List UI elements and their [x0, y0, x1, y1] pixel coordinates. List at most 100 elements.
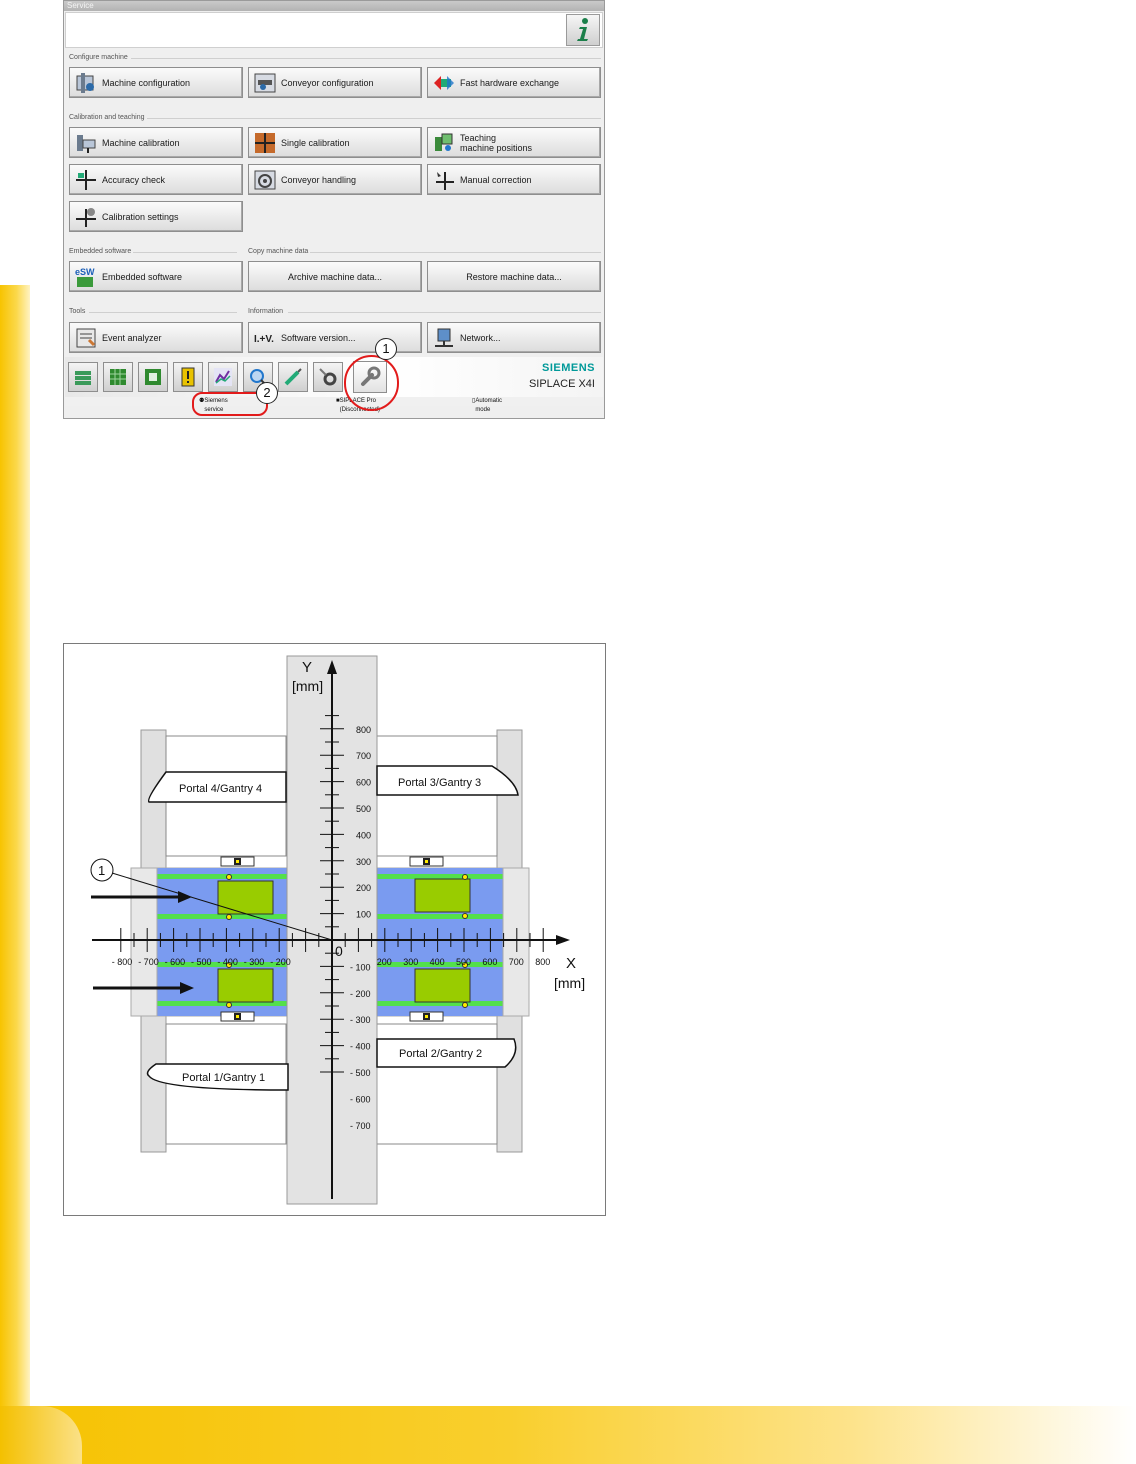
portal-label-2: Portal 2/Gantry 2 [399, 1048, 482, 1060]
board-icon [145, 369, 161, 385]
x-axis-label: X [566, 955, 576, 972]
warning-icon [181, 367, 195, 387]
teaching-label: Teaching machine positions [460, 132, 533, 153]
section-embedded-software: Embedded software [69, 247, 243, 256]
section-label: Copy machine data [248, 248, 309, 255]
conveyor-configuration-button[interactable]: Conveyor configuration [248, 67, 422, 98]
page-footer-band [0, 1406, 1136, 1464]
x-tick-label: - 200 [270, 957, 291, 967]
toolbar-chart-button[interactable] [208, 362, 238, 392]
coordinate-diagram: Portal 4/Gantry 4 Portal 3/Gantry 3 Port… [63, 643, 606, 1216]
y-tick-label: - 700 [350, 1121, 371, 1131]
accuracy-check-button[interactable]: Accuracy check [69, 164, 243, 195]
svg-text:I.+V.: I.+V. [254, 334, 274, 345]
y-tick-label: 600 [356, 778, 371, 788]
x-tick-label: 200 [377, 957, 392, 967]
y-tick-label: 500 [356, 804, 371, 814]
gantry-frame-3 [376, 735, 498, 857]
page-sidebar-stripe [0, 285, 30, 1410]
teaching-icon [432, 131, 456, 155]
machine-configuration-button[interactable]: Machine configuration [69, 67, 243, 98]
conveyor-configuration-icon [253, 71, 277, 95]
info-icon [577, 18, 588, 41]
pcb-board-1 [217, 968, 274, 1003]
table-icon [110, 369, 126, 385]
toolbar-warning-button[interactable] [173, 362, 203, 392]
single-calibration-icon [253, 131, 277, 155]
toolbar-settings-button[interactable] [313, 362, 343, 392]
portal-label-1: Portal 1/Gantry 1 [182, 1072, 265, 1084]
hardware-exchange-icon [432, 71, 456, 95]
pcb-board-2 [414, 968, 471, 1003]
toolbar-production-button[interactable] [68, 362, 98, 392]
service-screen: Service Configure machine Machine config… [63, 0, 605, 419]
archive-machine-data-button[interactable]: Archive machine data... [248, 261, 422, 292]
callout-number-1: 1 [375, 338, 397, 360]
siemens-logo: SIEMENS [541, 362, 595, 374]
fast-hardware-exchange-button[interactable]: Fast hardware exchange [427, 67, 601, 98]
x-tick-label: 400 [430, 957, 445, 967]
callout-ring-service-tab [344, 355, 399, 411]
teaching-machine-positions-button[interactable]: Teaching machine positions [427, 127, 601, 158]
x-tick-label: 700 [509, 957, 524, 967]
x-tick-label: - 300 [244, 957, 265, 967]
conveyor-handling-button[interactable]: Conveyor handling [248, 164, 422, 195]
callout-number: 1 [98, 863, 105, 878]
calibration-settings-icon [74, 205, 98, 229]
section-label: Embedded software [69, 248, 132, 255]
network-button[interactable]: Network... [427, 322, 601, 353]
status-mode: ▯ Automatic mode [472, 398, 502, 413]
svg-text:eSW: eSW [75, 267, 95, 277]
y-tick-label: - 300 [350, 1015, 371, 1025]
toolbar-board-button[interactable] [138, 362, 168, 392]
section-configure-machine: Configure machine [69, 53, 601, 62]
bottom-toolbar: SIEMENS SIPLACE X4I [65, 357, 603, 397]
manual-correction-icon [432, 168, 456, 192]
y-axis-label: Y [302, 659, 312, 676]
network-icon [432, 326, 456, 350]
machine-configuration-icon [74, 71, 98, 95]
status-bar: ⚉ Siemens service ■ SIPLACE Pro (Disconn… [65, 397, 603, 413]
y-tick-label: - 200 [350, 989, 371, 999]
x-tick-label: - 500 [191, 957, 212, 967]
restore-machine-data-button[interactable]: Restore machine data... [427, 261, 601, 292]
y-axis-unit: [mm] [292, 678, 323, 694]
y-tick-label: - 600 [350, 1094, 371, 1104]
x-tick-label: 600 [482, 957, 497, 967]
x-tick-label: - 400 [217, 957, 238, 967]
diagram-canvas: Portal 4/Gantry 4 Portal 3/Gantry 3 Port… [90, 655, 585, 1205]
y-tick-label: - 500 [350, 1068, 371, 1078]
portal-label-3: Portal 3/Gantry 3 [398, 777, 481, 789]
event-analyzer-button[interactable]: Event analyzer [69, 322, 243, 353]
single-calibration-button[interactable]: Single calibration [248, 127, 422, 158]
y-tick-label: 300 [356, 857, 371, 867]
section-copy-machine-data: Copy machine data [248, 247, 601, 256]
machine-calibration-icon [74, 131, 98, 155]
y-tick-label: 700 [356, 751, 371, 761]
conveyor-handling-icon [253, 168, 277, 192]
line-chart-icon [214, 368, 232, 386]
section-calibration-teaching: Calibration and teaching [69, 113, 601, 122]
machine-calibration-button[interactable]: Machine calibration [69, 127, 243, 158]
toolbar-table-button[interactable] [103, 362, 133, 392]
x-tick-label: - 700 [138, 957, 159, 967]
y-tick-label: 100 [356, 910, 371, 920]
section-tools: Tools [69, 307, 243, 316]
y-tick-label: 800 [356, 725, 371, 735]
status-connection: ■ SIPLACE Pro (Disconnected) [336, 398, 380, 413]
x-axis-unit: [mm] [554, 975, 585, 991]
gear-icon [319, 368, 337, 386]
calibration-settings-button[interactable]: Calibration settings [69, 201, 243, 232]
section-label: Information [248, 308, 284, 315]
pcb-board-3 [414, 878, 471, 913]
conveyor-end-right [502, 867, 530, 1017]
info-button[interactable] [566, 14, 600, 46]
product-name: SIPLACE X4I [528, 378, 595, 390]
section-information: Information [248, 307, 601, 316]
manual-correction-button[interactable]: Manual correction [427, 164, 601, 195]
embedded-software-button[interactable]: eSW Embedded software [69, 261, 243, 292]
section-label: Configure machine [69, 54, 128, 61]
pcb-board-4 [217, 880, 274, 915]
toolbar-tool-button[interactable] [278, 362, 308, 392]
y-tick-label: 200 [356, 883, 371, 893]
